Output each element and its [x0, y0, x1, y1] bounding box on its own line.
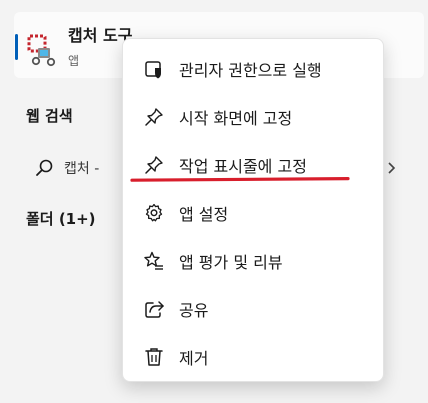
web-search-result-text: 캡처 - — [64, 161, 100, 177]
pin-icon — [145, 156, 163, 174]
search-panel: 캡처 도구 앱 웹 검색 캡처 - 폴더 (1+) 관리자 권한으로 실행 시작… — [0, 0, 428, 403]
snipping-tool-icon — [27, 34, 56, 67]
context-menu: 관리자 권한으로 실행 시작 화면에 고정 작업 표시줄에 고정 앱 설정 앱 … — [122, 38, 384, 382]
web-search-heading: 웹 검색 — [26, 107, 73, 125]
highlight-underline — [130, 177, 350, 182]
menu-item-label: 시작 화면에 고정 — [179, 109, 293, 128]
shield-icon — [145, 61, 161, 79]
menu-item-run-as-admin[interactable]: 관리자 권한으로 실행 — [131, 49, 377, 89]
selection-accent — [15, 34, 18, 60]
chevron-right-icon[interactable] — [386, 161, 396, 175]
menu-item-label: 앱 평가 및 리뷰 — [179, 253, 283, 272]
pin-icon — [145, 108, 163, 126]
menu-item-label: 제거 — [179, 349, 209, 368]
best-match-subtitle: 앱 — [68, 54, 80, 68]
menu-item-label: 공유 — [179, 301, 209, 320]
share-icon — [145, 301, 164, 318]
menu-item-pin-to-start[interactable]: 시작 화면에 고정 — [131, 97, 377, 137]
menu-item-label: 작업 표시줄에 고정 — [179, 157, 307, 176]
menu-item-share[interactable]: 공유 — [131, 289, 377, 329]
folders-heading: 폴더 (1+) — [26, 210, 96, 228]
menu-item-uninstall[interactable]: 제거 — [131, 337, 377, 377]
menu-item-label: 앱 설정 — [179, 205, 229, 224]
menu-item-app-settings[interactable]: 앱 설정 — [131, 193, 377, 233]
star-list-icon — [144, 251, 163, 270]
gear-icon — [145, 203, 163, 222]
menu-item-rate-and-review[interactable]: 앱 평가 및 리뷰 — [131, 241, 377, 281]
trash-icon — [145, 348, 163, 366]
search-icon — [36, 159, 53, 176]
menu-item-label: 관리자 권한으로 실행 — [179, 61, 322, 80]
